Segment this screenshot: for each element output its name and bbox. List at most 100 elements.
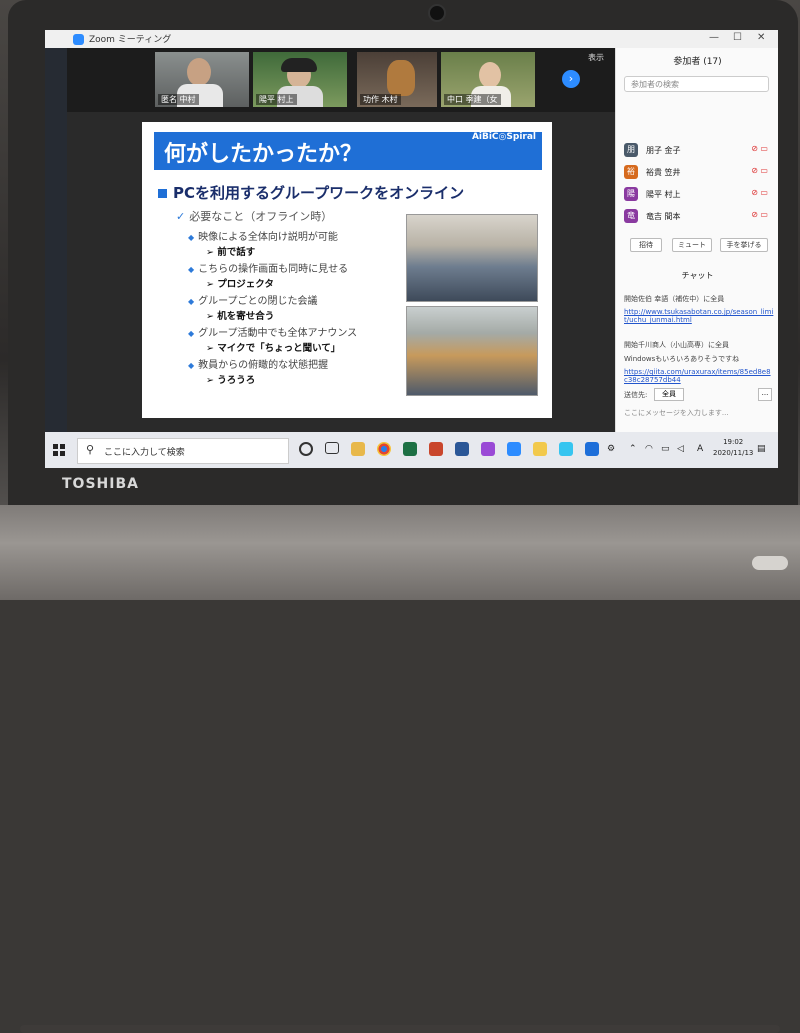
list-item: ◆ グループ活動中でも全体アナウンス [188, 324, 357, 339]
muted-mic-icon: ⊘ ▭ [751, 188, 768, 197]
list-subitem-text: うろうろ [217, 375, 256, 386]
word-icon[interactable] [455, 442, 469, 456]
presentation-slide: 何がしたかったか？ AiBiC◎Spiral PCを利用するグループワークをオン… [142, 122, 552, 418]
chat-input[interactable]: ここにメッセージを入力します... [624, 408, 729, 418]
sub-bullet-text: 必要なこと（オフライン時） [189, 210, 333, 223]
avatar: 陽 [624, 187, 638, 201]
laptop-brand: TOSHIBA [62, 476, 139, 492]
maximize-icon[interactable]: ☐ [733, 32, 742, 43]
mute-all-button[interactable]: ミュート [672, 238, 712, 252]
sub-bullet: ✓ 必要なこと（オフライン時） [176, 208, 332, 224]
volume-icon[interactable]: ◁ [677, 444, 684, 454]
slide-logo: AiBiC◎Spiral [471, 132, 536, 142]
zoom-titlebar: Zoom ミーティング — ☐ ✕ [45, 30, 778, 48]
list-item-text: グループ活動中でも全体アナウンス [198, 328, 358, 339]
more-options-button[interactable]: ... [758, 388, 772, 401]
windows-start-icon[interactable] [53, 444, 65, 456]
app-icon[interactable] [585, 442, 599, 456]
power-button [752, 556, 788, 570]
list-subitem: ➢ うろうろ [206, 375, 256, 386]
raise-hand-button[interactable]: 手を挙げる [720, 238, 768, 252]
minimize-icon[interactable]: — [709, 32, 719, 43]
participant-name: 功作 木村 [360, 94, 401, 105]
slide-title: 何がしたかったか？ [164, 142, 363, 167]
participant-search-input[interactable]: 参加者の検索 [624, 76, 769, 92]
laptop-base [0, 505, 800, 1033]
clock-time: 19:02 [723, 438, 744, 446]
chat-sender: 開始佐伯 幸語（補佐中）に全員 [624, 295, 725, 303]
dog-icon [387, 60, 415, 96]
laptop-hinge [20, 1025, 780, 1033]
main-bullet-text: PCを利用するグループワークをオンライン [173, 184, 465, 202]
muted-mic-icon: ⊘ ▭ [751, 166, 768, 175]
close-icon[interactable]: ✕ [757, 32, 765, 43]
task-view-icon[interactable] [325, 442, 339, 454]
chrome-icon[interactable] [377, 442, 391, 456]
participant-name: 陽平 村上 [256, 94, 297, 105]
send-to-select[interactable]: 全員 [654, 388, 684, 401]
diamond-bullet-icon: ◆ [188, 297, 195, 306]
muted-mic-icon: ⊘ ▭ [751, 210, 768, 219]
participant-row[interactable]: 朋 朋子 金子 ⊘ ▭ [624, 142, 774, 160]
chevron-up-icon[interactable]: ⌃ [629, 444, 637, 454]
avatar: 竜 [624, 209, 638, 223]
file-explorer-icon[interactable] [351, 442, 365, 456]
next-page-button[interactable]: › [562, 70, 580, 88]
ime-indicator[interactable]: A [697, 444, 703, 454]
wifi-icon[interactable]: ◠ [645, 444, 653, 454]
video-strip: 匿名 中村 陽平 村上 功作 木村 中口 季建（女 › 表示 [67, 48, 615, 112]
participant-row[interactable]: 陽 陽平 村上 ⊘ ▭ [624, 186, 774, 204]
diamond-bullet-icon: ◆ [188, 233, 195, 242]
participant-name: 裕貴 笠井 [646, 168, 681, 177]
powerpoint-icon[interactable] [429, 442, 443, 456]
list-subitem: ➢ プロジェクタ [206, 279, 274, 290]
chat-header: チャット [681, 271, 714, 280]
app-icon[interactable] [481, 442, 495, 456]
diamond-bullet-icon: ◆ [188, 329, 195, 338]
search-icon: ⚲ [86, 443, 95, 456]
person-face [187, 58, 211, 86]
avatar: 朋 [624, 143, 638, 157]
laptop-screen: Zoom ミーティング — ☐ ✕ 匿名 中村 陽平 村上 功作 木村 中口 季… [45, 30, 778, 468]
view-toggle-label[interactable]: 表示 [588, 52, 604, 63]
video-tile[interactable]: 匿名 中村 [155, 52, 249, 107]
participant-row[interactable]: 裕 裕貴 笠井 ⊘ ▭ [624, 164, 774, 182]
settings-icon[interactable]: ⚙ [607, 444, 615, 454]
desktop-edge [45, 48, 67, 432]
list-item: ◆ こちらの操作画面も同時に見せる [188, 260, 348, 275]
muted-mic-icon: ⊘ ▭ [751, 144, 768, 153]
diamond-bullet-icon: ◆ [188, 361, 195, 370]
video-tile[interactable]: 中口 季建（女 [441, 52, 535, 107]
app-icon[interactable] [533, 442, 547, 456]
list-item-text: 教員からの俯瞰的な状態把握 [198, 360, 329, 371]
list-item-text: こちらの操作画面も同時に見せる [198, 264, 349, 275]
list-item: ◆ グループごとの閉じた会議 [188, 292, 317, 307]
diamond-bullet-icon: ◆ [188, 265, 195, 274]
participant-row[interactable]: 竜 竜吉 間本 ⊘ ▭ [624, 208, 774, 226]
video-tile[interactable]: 陽平 村上 [253, 52, 347, 107]
cortana-icon[interactable] [299, 442, 313, 456]
list-subitem: ➢ 前で話す [206, 247, 256, 258]
zoom-icon[interactable] [507, 442, 521, 456]
battery-icon[interactable]: ▭ [661, 444, 670, 454]
invite-button[interactable]: 招待 [630, 238, 662, 252]
slack-icon[interactable] [559, 442, 573, 456]
side-panel: 参加者 (17) 参加者の検索 朋 朋子 金子 ⊘ ▭ 裕 裕貴 笠井 ⊘ ▭ … [615, 48, 778, 432]
classroom-photo [406, 214, 538, 302]
participant-name: 中口 季建（女 [444, 94, 501, 105]
video-tile[interactable]: 功作 木村 [357, 52, 437, 107]
list-subitem: ➢ マイクで「ちょっと聞いて」 [206, 343, 341, 354]
list-item: ◆ 映像による全体向け説明が可能 [188, 228, 338, 243]
main-bullet: PCを利用するグループワークをオンライン [158, 182, 464, 203]
notification-icon[interactable]: ▤ [757, 444, 766, 454]
clock[interactable]: 19:02 2020/11/13 [713, 437, 753, 459]
excel-icon[interactable] [403, 442, 417, 456]
person-hair [281, 58, 317, 72]
participants-header: 参加者 (17) [673, 57, 722, 67]
participant-name: 陽平 村上 [646, 190, 681, 199]
chat-link[interactable]: https://qiita.com/uraxurax/items/85ed8e8… [624, 368, 774, 384]
chat-link[interactable]: http://www.tsukasabotan.co.jp/season_lim… [624, 308, 774, 324]
windows-taskbar: ⚲ ここに入力して検索 ⚙ ⌃ ◠ ▭ ◁ A 19:02 2020/11/13… [45, 432, 778, 468]
send-to-label: 送信先: [624, 391, 648, 399]
taskbar-search[interactable]: ⚲ ここに入力して検索 [77, 438, 289, 464]
